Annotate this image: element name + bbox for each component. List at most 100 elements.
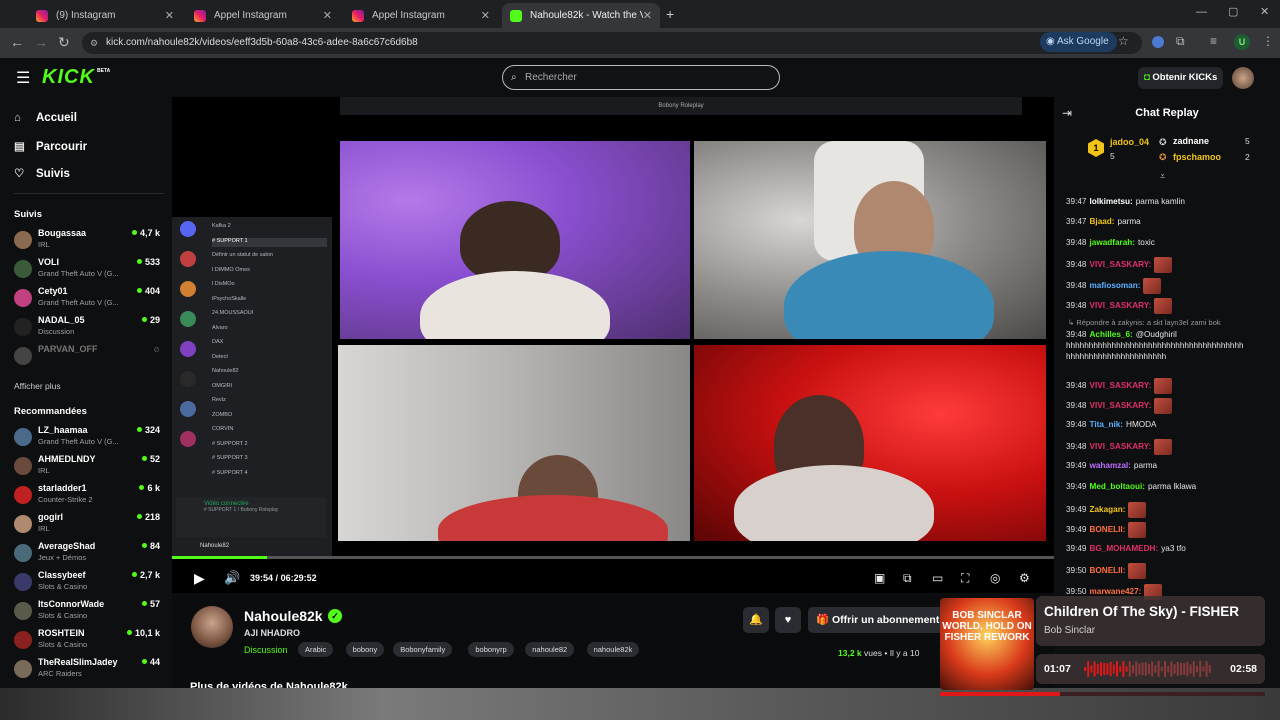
theater-mode-icon[interactable]: ▭ <box>932 571 943 585</box>
url-input[interactable]: ⚙ kick.com/nahoule82k/videos/eeff3d5b-60… <box>82 32 1142 54</box>
browser-tab-active[interactable]: Nahoule82k - Watch the VOD o ✕ <box>502 3 660 28</box>
sidebar-channel[interactable]: LZ_haamaa Grand Theft Auto V (G... 324 <box>14 425 164 453</box>
follow-heart-button[interactable]: ♥ <box>775 607 801 633</box>
user-avatar[interactable] <box>1232 67 1254 89</box>
sidebar-channel[interactable]: AHMEDLNDY IRL 52 <box>14 454 164 482</box>
sidebar-channel[interactable]: NADAL_05 Discussion 29 <box>14 315 164 343</box>
reading-list-icon[interactable]: ≡ <box>1210 34 1217 48</box>
site-info-icon[interactable]: ⚙ <box>90 32 98 54</box>
leaderboard-name[interactable]: zadnane <box>1173 136 1209 146</box>
minimize-icon[interactable]: — <box>1196 6 1207 18</box>
play-icon[interactable]: ▶ <box>194 570 205 587</box>
gift-subscription-button[interactable]: 🎁 Offrir un abonnement <box>808 607 948 633</box>
message-username[interactable]: mafiosoman: <box>1090 281 1141 290</box>
get-kicks-button[interactable]: ◘ Obtenir KICKs <box>1138 67 1224 89</box>
browser-tab[interactable]: Appel Instagram ✕ <box>186 3 340 28</box>
nav-following[interactable]: ♡ Suivis <box>14 166 70 180</box>
sidebar-channel[interactable]: Bougassaa IRL 4,7 k <box>14 228 164 256</box>
back-icon[interactable]: ← <box>10 34 24 50</box>
miniplayer-icon[interactable]: ⧉ <box>903 571 912 586</box>
close-icon[interactable]: ✕ <box>481 9 490 22</box>
category-link[interactable]: Discussion <box>244 645 288 655</box>
settings-gear-icon[interactable]: ⚙ <box>1019 571 1030 585</box>
notification-bell-button[interactable]: 🔔 <box>743 607 769 633</box>
sidebar-channel[interactable]: PARVAN_OFF ⊘ <box>14 344 164 372</box>
message-username[interactable]: Tita_nik: <box>1090 420 1124 429</box>
message-username[interactable]: VIVI_SASKARY: <box>1090 260 1152 269</box>
sidebar-channel[interactable]: TheRealSlimJadey ARC Raiders 44 <box>14 657 164 685</box>
hamburger-menu-icon[interactable]: ☰ <box>16 68 30 88</box>
sidebar-channel[interactable]: VOLI Grand Theft Auto V (G... 533 <box>14 257 164 285</box>
discord-channel-item: CORVIN <box>212 426 234 432</box>
fullscreen-icon[interactable]: ⛶ <box>961 571 969 586</box>
video-player[interactable]: Bobony Roleplay Kafka 2 # SUPPORT 1 Défini… <box>172 97 1054 593</box>
reload-icon[interactable]: ↻ <box>58 34 70 51</box>
extension-icon[interactable] <box>1152 36 1164 48</box>
discord-server-icon <box>180 431 196 447</box>
sidebar-channel[interactable]: Cety01 Grand Theft Auto V (G... 404 <box>14 286 164 314</box>
message-username[interactable]: Med_boltaoui: <box>1090 482 1146 491</box>
menu-kebab-icon[interactable]: ⋮ <box>1262 34 1274 48</box>
close-icon[interactable]: ✕ <box>165 9 174 22</box>
sidebar-channel[interactable]: starladder1 Counter-Strike 2 6 k <box>14 483 164 511</box>
speed-icon[interactable]: ◎ <box>990 571 1000 585</box>
kick-logo[interactable]: KICK <box>42 66 95 89</box>
nav-home-label: Accueil <box>36 112 77 124</box>
message-username[interactable]: BG_MOHAMEDH: <box>1090 544 1159 553</box>
message-username[interactable]: BONELII: <box>1090 525 1126 534</box>
message-username[interactable]: VIVI_SASKARY: <box>1090 301 1152 310</box>
tag-pill[interactable]: Arabic <box>298 642 334 657</box>
extensions-puzzle-icon[interactable]: ⧉ <box>1176 34 1185 49</box>
ask-google-button[interactable]: ◉ Ask Google <box>1040 32 1117 52</box>
message-username[interactable]: VIVI_SASKARY: <box>1090 442 1152 451</box>
sidebar-channel[interactable]: gogirl IRL 218 <box>14 512 164 540</box>
channel-avatar <box>14 231 32 249</box>
sidebar-channel[interactable]: AverageShad Jeux + Démos 84 <box>14 541 164 569</box>
close-window-icon[interactable]: ✕ <box>1260 5 1269 18</box>
forward-icon[interactable]: → <box>34 34 48 50</box>
waveform-bar <box>1090 665 1093 673</box>
nav-browse[interactable]: ▤ Parcourir <box>14 139 87 153</box>
message-username[interactable]: VIVI_SASKARY: <box>1090 381 1152 390</box>
message-username[interactable]: lolkimetsu: <box>1090 197 1133 206</box>
channel-name: gogirl <box>38 512 63 522</box>
search-input[interactable]: ⌕ Rechercher <box>502 65 780 90</box>
tag-pill[interactable]: bobony <box>345 642 385 657</box>
profile-avatar[interactable]: U <box>1234 34 1250 50</box>
message-username[interactable]: Achilles_6: <box>1090 330 1133 339</box>
expand-leaderboard-icon[interactable]: ⩡ <box>1160 171 1165 182</box>
volume-icon[interactable]: 🔊 <box>224 570 240 586</box>
message-username[interactable]: BONELII: <box>1090 566 1126 575</box>
message-username[interactable]: jawadfarah: <box>1090 238 1136 247</box>
sidebar-channel[interactable]: Classybeef Slots & Casino 2,7 k <box>14 570 164 598</box>
maximize-icon[interactable]: ▢ <box>1228 5 1238 18</box>
show-more-link[interactable]: Afficher plus <box>14 381 61 391</box>
leaderboard-name[interactable]: fpschamoo <box>1173 152 1221 162</box>
message-username[interactable]: wahamzal: <box>1090 461 1131 470</box>
video-progress-bar[interactable] <box>172 556 1054 559</box>
close-icon[interactable]: ✕ <box>323 9 332 22</box>
message-username[interactable]: VIVI_SASKARY: <box>1090 401 1152 410</box>
new-tab-icon[interactable]: + <box>666 6 674 22</box>
tag-pill[interactable]: nahoule82 <box>525 642 575 657</box>
clip-icon[interactable]: ▣ <box>874 571 885 585</box>
message-username[interactable]: Bjaad: <box>1090 217 1115 226</box>
bookmark-star-icon[interactable]: ☆ <box>1118 34 1129 48</box>
sidebar-channel[interactable]: ROSHTEIN Slots & Casino 10,1 k <box>14 628 164 656</box>
browser-tab[interactable]: Appel Instagram ✕ <box>344 3 498 28</box>
streamer-avatar[interactable] <box>191 606 233 648</box>
viewer-count: 533 <box>137 257 160 267</box>
sidebar-channel[interactable]: ItsConnorWade Slots & Casino 57 <box>14 599 164 627</box>
streamer-name[interactable]: Nahoule82k <box>244 608 323 624</box>
tag-pill[interactable]: bobonyrp <box>468 642 514 657</box>
close-icon[interactable]: ✕ <box>643 9 652 22</box>
discord-server-icon <box>180 401 196 417</box>
channel-category: Grand Theft Auto V (G... <box>38 269 119 278</box>
message-username[interactable]: marwane427: <box>1090 587 1142 596</box>
tag-pill[interactable]: Bobonyfamily <box>393 642 453 657</box>
leaderboard-name[interactable]: jadoo_04 <box>1110 137 1149 147</box>
browser-tab[interactable]: (9) Instagram ✕ <box>28 3 182 28</box>
message-username[interactable]: Zakagan: <box>1090 505 1126 514</box>
nav-home[interactable]: ⌂ Accueil <box>14 112 77 124</box>
tag-pill[interactable]: nahoule82k <box>586 642 640 657</box>
